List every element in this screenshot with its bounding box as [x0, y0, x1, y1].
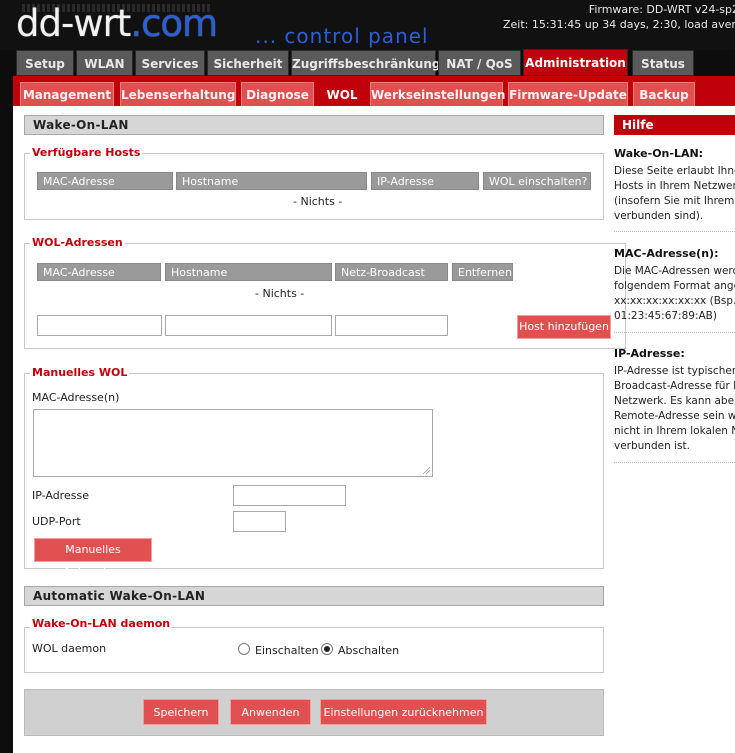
available-hosts-empty: - Nichts -: [293, 195, 343, 208]
header: dd-wrt.com ... control panel Firmware: D…: [0, 0, 735, 50]
subtab-diagnose[interactable]: Diagnose: [241, 82, 314, 107]
new-hostname-input[interactable]: [165, 315, 332, 336]
col-mac: MAC-Adresse: [37, 263, 161, 281]
resize-grip-icon[interactable]: [422, 466, 430, 474]
subtab-werkseinstellungen[interactable]: Werkseinstellungen: [370, 82, 505, 107]
manual-wake-button[interactable]: Manuelles Aufwecken: [34, 538, 152, 578]
manual-wol-legend: Manuelles WOL: [30, 366, 130, 379]
help-divider: [614, 231, 735, 232]
wol-addresses-empty: - Nichts -: [255, 287, 305, 300]
help-text-wol-3: (insofern Sie mit Ihrem Ro: [614, 195, 735, 207]
help-divider: [614, 332, 735, 333]
firmware-info: Firmware: DD-WRT v24-sp2: [588, 3, 735, 16]
col-wol-enable: WOL einschalten?: [483, 172, 591, 190]
col-hostname: Hostname: [176, 172, 367, 190]
uptime-info: Zeit: 15:31:45 up 34 days, 2:30, load av…: [503, 18, 735, 31]
section-title-auto-wol: Automatic Wake-On-LAN: [24, 586, 604, 606]
subtab-lebenserhaltung[interactable]: Lebenserhaltung: [120, 82, 236, 107]
new-broadcast-input[interactable]: [335, 315, 448, 336]
logo-main: dd-wrt: [16, 2, 131, 45]
tab-status[interactable]: Status: [632, 50, 694, 76]
subtab-backup[interactable]: Backup: [633, 82, 695, 107]
main-tabs: Setup WLAN Services Sicherheit Zugriffsb…: [16, 49, 735, 76]
help-text-ip-5: nicht in Ihrem lokalen Net: [614, 425, 735, 437]
help-text-mac-2: folgendem Format angeg: [614, 280, 735, 292]
help-heading-wol: Wake-On-LAN:: [614, 147, 704, 160]
col-ip: IP-Adresse: [371, 172, 479, 190]
tab-services[interactable]: Services: [135, 50, 205, 76]
col-hostname: Hostname: [165, 263, 332, 281]
help-text-wol-2: Hosts in Ihrem Netzwerk a: [614, 180, 735, 192]
help-text-mac-3: xx:xx:xx:xx:xx:xx (Bsp.: [614, 295, 735, 307]
help-text-mac-4: 01:23:45:67:89:AB): [614, 310, 717, 322]
wol-addresses-legend: WOL-Adressen: [30, 236, 125, 249]
available-hosts-legend: Verfügbare Hosts: [30, 146, 143, 159]
radio-disable[interactable]: [321, 643, 333, 655]
tab-setup[interactable]: Setup: [16, 50, 74, 76]
help-text-mac-1: Die MAC-Adressen werde: [614, 265, 735, 277]
tab-sicherheit[interactable]: Sicherheit: [207, 50, 289, 76]
radio-disable-label: Abschalten: [338, 644, 400, 657]
logo: dd-wrt.com: [16, 2, 218, 46]
help-heading-mac: MAC-Adresse(n):: [614, 247, 719, 260]
mac-label: MAC-Adresse(n): [32, 391, 120, 404]
wol-daemon-legend: Wake-On-LAN daemon: [30, 617, 173, 630]
help-text-ip-3: Netzwerk. Es kann aber a: [614, 395, 735, 407]
help-text-ip-1: IP-Adresse ist typischerw: [614, 365, 735, 377]
footer-bar: [24, 689, 604, 736]
wol-daemon-label: WOL daemon: [32, 642, 107, 655]
help-text-wol-4: verbunden sind).: [614, 210, 704, 222]
subtab-management[interactable]: Management: [20, 82, 114, 107]
subtab-firmware-update[interactable]: Firmware-Update: [508, 82, 628, 107]
tab-wlan[interactable]: WLAN: [76, 50, 133, 76]
tab-administration[interactable]: Administration: [523, 49, 628, 76]
tab-zugriffsbeschraenkung[interactable]: Zugriffsbeschränkung: [291, 50, 440, 76]
help-divider: [614, 462, 735, 463]
new-mac-input[interactable]: [37, 315, 162, 336]
tagline: ... control panel: [255, 24, 429, 48]
apply-button[interactable]: Anwenden: [230, 699, 311, 725]
ip-label: IP-Adresse: [32, 489, 89, 502]
radio-enable-label: Einschalten: [255, 644, 319, 657]
mac-textarea[interactable]: [33, 409, 433, 477]
logo-suffix: .com: [130, 2, 218, 45]
subtab-wol[interactable]: WOL: [319, 82, 365, 107]
col-net-broadcast: Netz-Broadcast: [335, 263, 448, 281]
save-button[interactable]: Speichern: [143, 699, 219, 725]
col-mac: MAC-Adresse: [37, 172, 173, 190]
help-text-ip-2: Broadcast-Adresse für Ih: [614, 380, 735, 392]
help-heading-ip: IP-Adresse:: [614, 347, 685, 360]
section-title-wol: Wake-On-LAN: [24, 115, 604, 135]
ip-input[interactable]: [233, 485, 346, 506]
help-title: Hilfe: [614, 115, 735, 135]
col-remove: Entfernen: [452, 263, 513, 281]
radio-enable[interactable]: [238, 643, 250, 655]
tab-nat-qos[interactable]: NAT / QoS: [438, 50, 521, 76]
help-text-wol-1: Diese Seite erlaubt Ihnen: [614, 165, 735, 177]
udp-port-label: UDP-Port: [32, 515, 81, 528]
reset-button[interactable]: Einstellungen zurücknehmen: [320, 699, 487, 725]
help-text-ip-6: verbunden ist.: [614, 440, 690, 452]
help-text-ip-4: Remote-Adresse sein wer: [614, 410, 735, 422]
add-host-button[interactable]: Host hinzufügen: [517, 315, 611, 339]
udp-port-input[interactable]: [233, 511, 286, 532]
